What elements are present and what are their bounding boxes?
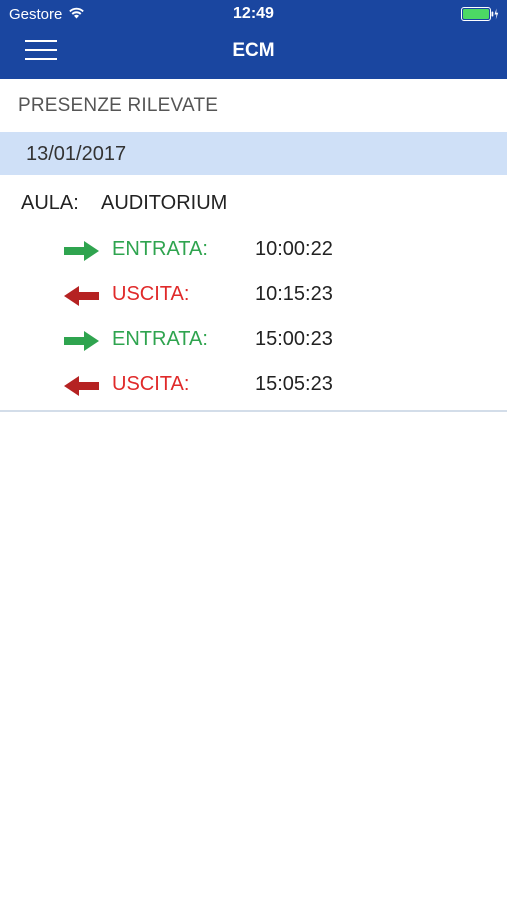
arrow-left-icon bbox=[64, 286, 99, 306]
top-bar: Gestore 12:49 ECM bbox=[0, 0, 507, 79]
event-time: 15:00:23 bbox=[255, 328, 333, 350]
nav-bar: ECM bbox=[0, 28, 507, 79]
event-row-entry: ENTRATA: 10:00:22 bbox=[0, 235, 507, 265]
record-date: 13/01/2017 bbox=[26, 143, 127, 165]
event-time: 10:00:22 bbox=[255, 238, 333, 260]
date-header: 13/01/2017 bbox=[0, 132, 507, 175]
app-screen: Gestore 12:49 ECM PRESENZE RILEVATE 13/0… bbox=[0, 0, 507, 900]
page-title: ECM bbox=[232, 40, 275, 61]
section-title: PRESENZE RILEVATE bbox=[18, 95, 219, 116]
arrow-right-icon bbox=[64, 331, 99, 351]
status-time: 12:49 bbox=[233, 5, 274, 22]
event-time: 15:05:23 bbox=[255, 373, 333, 395]
event-row-entry: ENTRATA: 15:00:23 bbox=[0, 325, 507, 355]
divider bbox=[0, 410, 507, 412]
aula-label: AULA: bbox=[21, 192, 79, 214]
event-type: USCITA: bbox=[112, 373, 190, 395]
event-row-exit: USCITA: 15:05:23 bbox=[0, 370, 507, 400]
event-type: ENTRATA: bbox=[112, 328, 208, 350]
event-time: 10:15:23 bbox=[255, 283, 333, 305]
event-type: ENTRATA: bbox=[112, 238, 208, 260]
battery-icon bbox=[461, 7, 499, 21]
status-bar: Gestore 12:49 bbox=[0, 0, 507, 28]
event-row-exit: USCITA: 10:15:23 bbox=[0, 280, 507, 310]
aula-value: AUDITORIUM bbox=[101, 192, 228, 214]
arrow-right-icon bbox=[64, 241, 99, 261]
event-type: USCITA: bbox=[112, 283, 190, 305]
arrow-left-icon bbox=[64, 376, 99, 396]
